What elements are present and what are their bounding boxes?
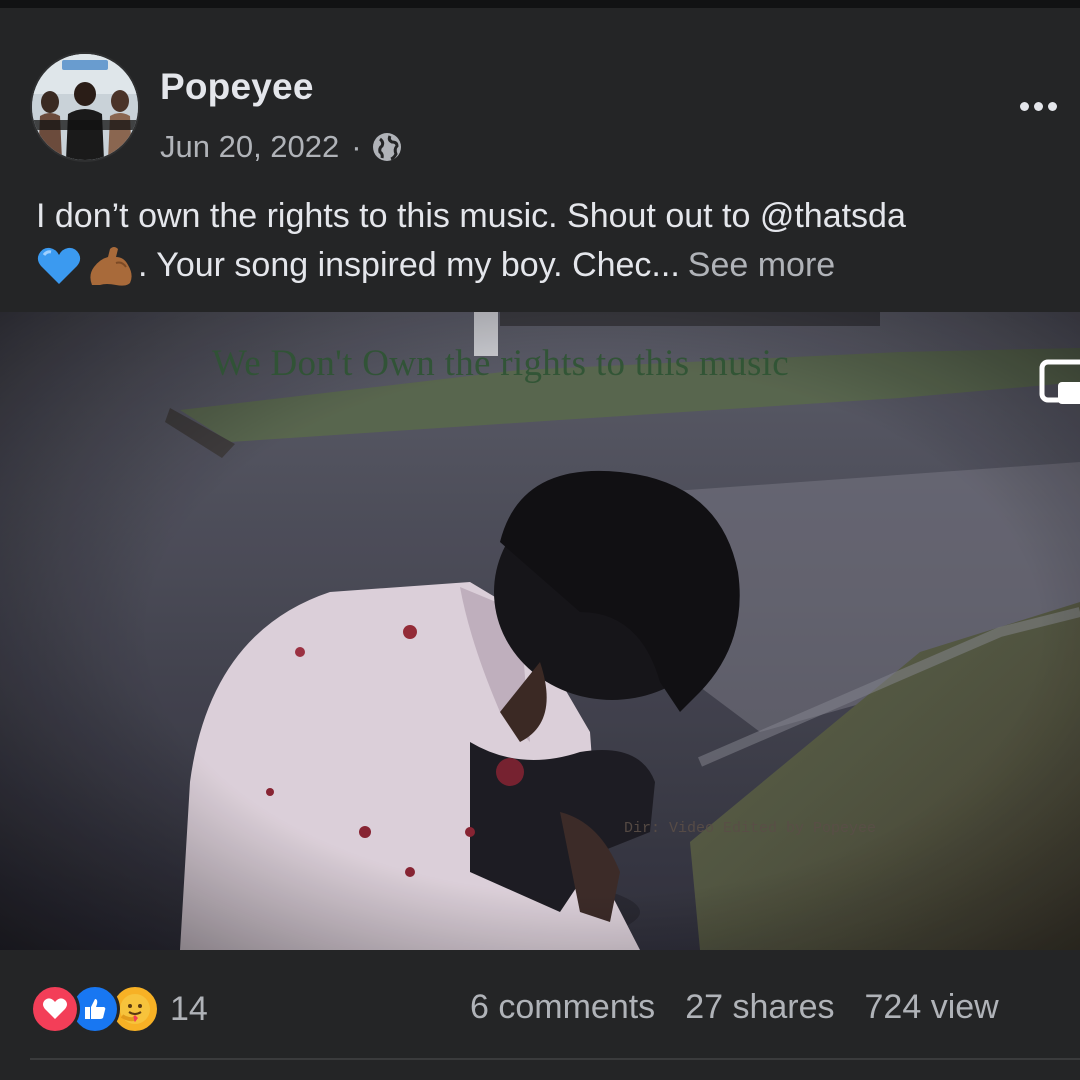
reaction-count: 14	[170, 989, 208, 1028]
post-meta: Jun 20, 2022 ·	[160, 127, 404, 167]
pip-icon[interactable]	[1038, 356, 1080, 408]
top-edge	[0, 0, 1080, 8]
comments-count[interactable]: 6 comments	[470, 988, 655, 1027]
views-count: 724 view	[864, 988, 999, 1026]
caption-line-2-text: . Your song inspired my boy. Chec...	[138, 246, 680, 284]
blue-heart-icon	[37, 247, 81, 284]
caption-line-1: I don’t own the rights to this music. Sh…	[36, 197, 906, 235]
globe-icon[interactable]	[370, 130, 404, 164]
avatar[interactable]	[32, 54, 138, 160]
love-icon	[30, 984, 80, 1034]
post-card: Popeyee Jun 20, 2022 · I don’t own the r…	[0, 0, 1080, 1080]
reaction-summary[interactable]: 14	[30, 984, 208, 1034]
shares-count[interactable]: 27 shares	[685, 988, 834, 1027]
video-overlay-text: We Don't Own the rights to this music	[212, 343, 789, 384]
video-frame	[0, 312, 1080, 950]
post-date[interactable]: Jun 20, 2022	[160, 129, 339, 165]
more-options-icon[interactable]	[1014, 92, 1080, 120]
video-player[interactable]: We Don't Own the rights to this music Di…	[0, 312, 1080, 950]
engagement-stats: 6 comments 27 shares 724 view	[470, 988, 999, 1027]
author-name[interactable]: Popeyee	[160, 66, 314, 108]
caption-line-2: . Your song inspired my boy. Chec... See…	[36, 241, 1080, 290]
flexed-biceps-icon	[90, 246, 132, 286]
see-more-link[interactable]: See more	[688, 241, 835, 290]
post-caption: I don’t own the rights to this music. Sh…	[36, 192, 1080, 290]
video-credit: Dir: Video Edited by Popeyee	[624, 820, 877, 837]
avatar-image	[32, 54, 138, 160]
footer-divider	[30, 1058, 1080, 1060]
meta-separator: ·	[351, 129, 362, 164]
